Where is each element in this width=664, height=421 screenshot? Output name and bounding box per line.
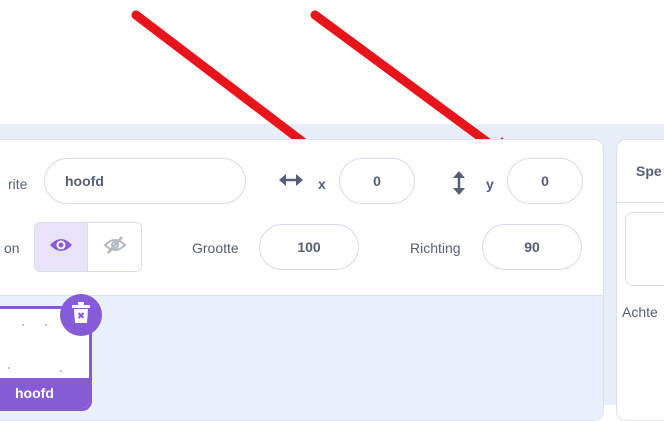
stage-panel <box>616 139 664 421</box>
direction-value: 90 <box>524 239 540 255</box>
backdrops-label: Achte <box>622 304 658 320</box>
show-label: on <box>4 240 20 256</box>
sprite-name-value: hoofd <box>65 173 104 189</box>
sprite-name-input[interactable]: hoofd <box>44 158 246 204</box>
hide-sprite-button[interactable] <box>88 223 141 271</box>
size-input[interactable]: 100 <box>259 224 359 270</box>
size-value: 100 <box>297 239 321 255</box>
x-position-value: 0 <box>373 173 381 189</box>
trash-icon <box>71 301 91 329</box>
size-label: Grootte <box>192 240 239 256</box>
eye-icon <box>49 237 73 258</box>
vertical-arrows-icon <box>452 170 466 201</box>
visibility-toggle <box>34 222 142 272</box>
show-sprite-button[interactable] <box>35 223 89 271</box>
stage-thumbnail[interactable] <box>625 212 664 286</box>
sprite-name-label: rite <box>8 176 28 192</box>
y-position-input[interactable]: 0 <box>507 158 583 204</box>
x-label: x <box>318 176 326 192</box>
eye-hidden-icon <box>103 235 127 260</box>
sprite-tile-name: hoofd <box>0 378 89 408</box>
y-position-value: 0 <box>541 173 549 189</box>
direction-label: Richting <box>410 240 461 256</box>
delete-sprite-button[interactable] <box>60 294 102 336</box>
direction-input[interactable]: 90 <box>482 224 582 270</box>
horizontal-arrows-icon <box>278 171 304 194</box>
y-label: y <box>486 176 494 192</box>
stage-tab-label: Spe <box>636 163 662 179</box>
x-position-input[interactable]: 0 <box>339 158 415 204</box>
